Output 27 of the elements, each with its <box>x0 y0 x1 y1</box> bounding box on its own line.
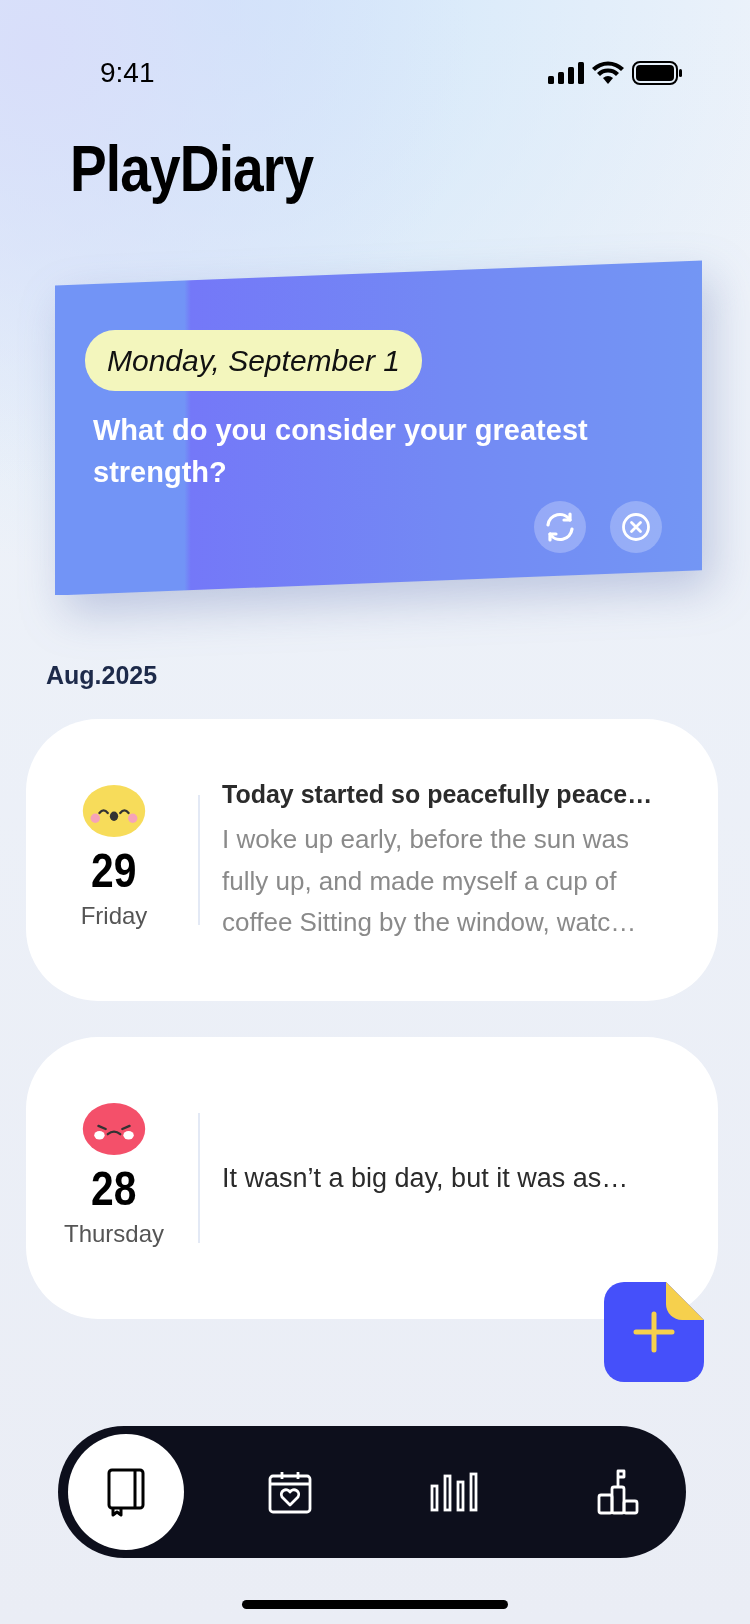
prompt-question: What do you consider your greatest strength? <box>93 413 589 491</box>
entry-title: Today started so peacefully peace… <box>222 778 654 810</box>
entry-preview: I woke up early, before the sun was fully up, and made myself a cup of coffee Sitting by the window, watc… <box>222 823 638 940</box>
prompt-date: Monday, September 1 <box>85 330 422 392</box>
refresh-button[interactable] <box>534 501 586 554</box>
day-number: 28 <box>91 1163 137 1217</box>
status-time: 9:41 <box>100 56 155 90</box>
add-note-icon <box>604 1282 704 1382</box>
diary-entry-card[interactable]: 29 Friday Today started so peacefully peace… I woke up early, before the sun was fully up, and made myself a cup of coffee Sitting by the window, watc… <box>26 718 718 1001</box>
podium-icon <box>597 1469 639 1515</box>
bar-chart-icon <box>430 1472 478 1512</box>
weekday-label: Friday <box>80 901 148 932</box>
add-entry-button[interactable] <box>604 1282 704 1382</box>
calendar-heart-icon <box>268 1470 312 1514</box>
battery-icon <box>632 61 684 85</box>
app-title: PlayDiary <box>70 134 315 205</box>
entry-title: It wasn’t a big day, but it was as… <box>222 1161 630 1195</box>
day-number: 29 <box>91 845 137 899</box>
notebook-icon <box>106 1467 146 1517</box>
close-button[interactable] <box>610 501 662 554</box>
signal-icon <box>548 62 584 84</box>
close-icon <box>621 512 651 543</box>
month-heading: Aug.2025 <box>46 660 159 692</box>
weekday-label: Thursday <box>63 1219 164 1250</box>
wifi-icon <box>592 61 624 85</box>
nav-tab[interactable] <box>68 1434 184 1550</box>
diary-entry-card[interactable]: 28 Thursday It wasn’t a big day, but it was as… <box>26 1036 718 1319</box>
